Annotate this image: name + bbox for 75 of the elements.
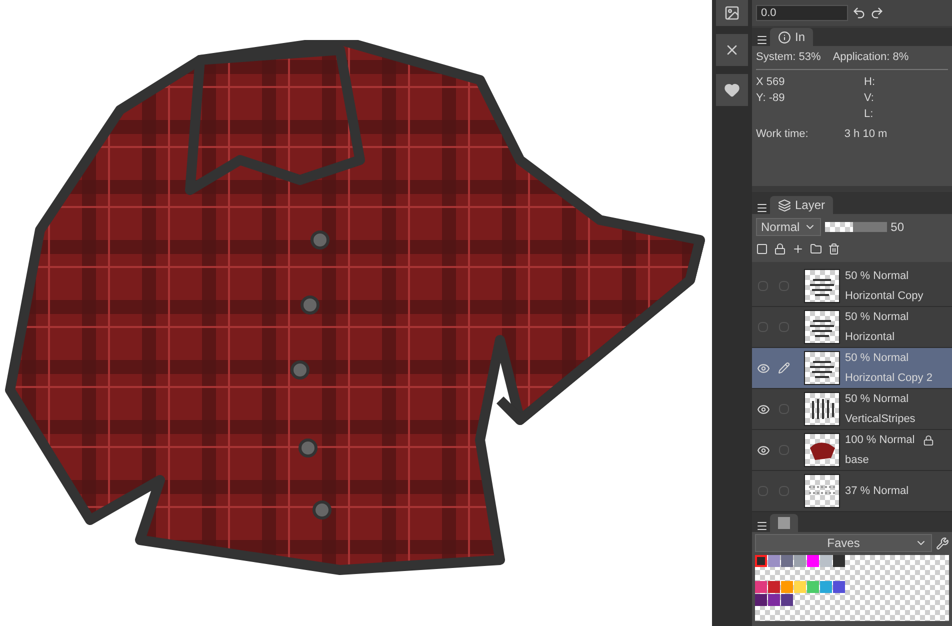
layer-row[interactable]: 50 % Normal Horizontal Copy xyxy=(752,266,952,307)
close-folder-button[interactable] xyxy=(716,34,748,66)
menu-icon[interactable] xyxy=(756,202,768,214)
color-swatch[interactable] xyxy=(833,555,845,567)
layer-mode: 50 % Normal xyxy=(845,392,909,407)
layer-name: Horizontal xyxy=(845,330,896,345)
layer-mode: 37 % Normal xyxy=(845,484,909,499)
l-label: L: xyxy=(863,106,874,122)
value-field[interactable]: 0.0 xyxy=(756,5,848,21)
layer-row[interactable]: 50 % Normal VerticalStripes xyxy=(752,389,952,430)
layer-thumbnail xyxy=(804,310,840,344)
new-layer-icon[interactable] xyxy=(792,243,804,255)
layer-thumbnail xyxy=(804,433,840,467)
y-coordinate: Y: -89 xyxy=(756,90,786,106)
layer-row[interactable]: 100 % Normal base xyxy=(752,430,952,471)
color-swatch[interactable] xyxy=(755,594,767,606)
color-swatch[interactable] xyxy=(768,555,780,567)
color-swatch[interactable] xyxy=(781,581,793,593)
color-swatch[interactable] xyxy=(781,594,793,606)
color-swatch[interactable] xyxy=(794,581,806,593)
layers-icon xyxy=(778,198,791,212)
layer-mode: 100 % Normal xyxy=(845,433,915,448)
redo-icon[interactable] xyxy=(870,6,884,20)
color-swatch[interactable] xyxy=(755,581,767,593)
image-folder-button[interactable] xyxy=(716,0,748,26)
layer-name: base xyxy=(845,453,870,468)
color-swatch[interactable] xyxy=(755,555,767,567)
eye-icon[interactable] xyxy=(756,402,770,416)
menu-icon[interactable] xyxy=(756,34,768,46)
layer-mode: 50 % Normal xyxy=(845,269,909,284)
palette-set-dropdown[interactable]: Faves xyxy=(755,534,932,552)
color-swatch[interactable] xyxy=(820,581,832,593)
layer-row[interactable]: 50 % Normal Horizontal Copy 2 xyxy=(752,348,952,389)
undo-icon[interactable] xyxy=(852,6,866,20)
layer-thumbnail xyxy=(804,474,840,508)
wrench-icon[interactable] xyxy=(936,536,949,550)
color-swatch[interactable] xyxy=(807,555,819,567)
color-swatch[interactable] xyxy=(807,581,819,593)
opacity-value: 50 xyxy=(890,219,904,236)
h-label: H: xyxy=(863,74,876,90)
system-usage: System: 53% xyxy=(756,50,821,65)
layer-name: Horizontal Copy xyxy=(845,289,924,304)
color-swatch[interactable] xyxy=(768,581,780,593)
layer-thumbnail xyxy=(804,269,840,303)
eye-icon[interactable] xyxy=(756,444,770,456)
color-swatch[interactable] xyxy=(768,594,780,606)
work-time-label: Work time: xyxy=(756,126,808,142)
v-label: V: xyxy=(863,90,875,106)
layer-thumbnail xyxy=(804,392,840,426)
layer-mode: 50 % Normal xyxy=(845,351,909,366)
palette-tab-icon[interactable] xyxy=(778,517,790,529)
eye-icon[interactable] xyxy=(756,362,770,374)
folder-icon[interactable] xyxy=(810,243,822,255)
application-usage: Application: 8% xyxy=(832,50,909,65)
delete-icon[interactable] xyxy=(828,243,840,255)
x-coordinate: X 569 xyxy=(756,74,786,90)
lock-icon[interactable] xyxy=(774,243,786,255)
menu-icon[interactable] xyxy=(756,520,768,532)
image-icon xyxy=(724,5,740,21)
layer-tool-icon[interactable] xyxy=(756,243,768,255)
info-icon xyxy=(778,30,791,44)
color-swatch[interactable] xyxy=(781,555,793,567)
layer-name: Horizontal Copy 2 xyxy=(845,371,932,386)
layer-thumbnail xyxy=(804,351,840,385)
heart-folder-button[interactable] xyxy=(716,74,748,106)
layer-name: VerticalStripes xyxy=(845,412,916,427)
layer-mode: 50 % Normal xyxy=(845,310,909,325)
color-swatch[interactable] xyxy=(820,555,832,567)
blend-mode-dropdown[interactable]: Normal xyxy=(756,218,821,236)
color-swatch[interactable] xyxy=(833,581,845,593)
work-time-value: 3 h 10 m xyxy=(844,126,888,142)
opacity-slider[interactable] xyxy=(824,222,887,232)
pencil-icon[interactable] xyxy=(778,362,790,374)
heart-icon xyxy=(724,82,740,98)
color-swatch[interactable] xyxy=(794,555,806,567)
